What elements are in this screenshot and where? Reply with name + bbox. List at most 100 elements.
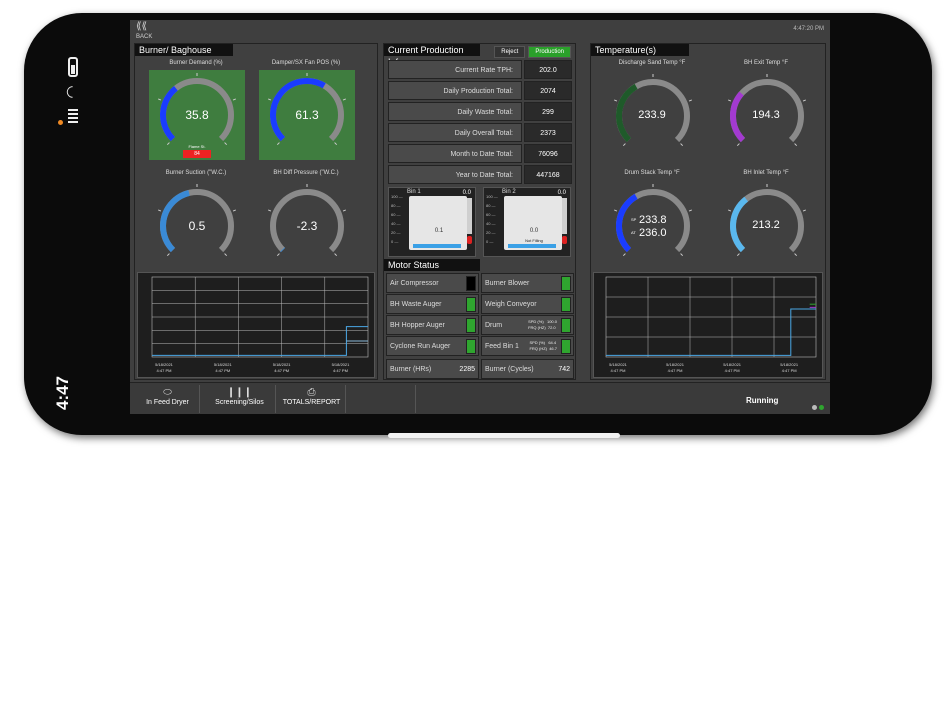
bin-tank [409, 196, 467, 250]
gauge-tick [794, 143, 798, 147]
nav-screening-silos[interactable]: ❙❙❙ Screening/Silos [204, 385, 276, 413]
bin-1-level: 100 —80 —60 —40 —20 —0 — Bin 1 0.0 0.1 [388, 187, 476, 257]
gauge-bh-diff-pressure: BH Diff Pressure ("W.C.) -2.3 [251, 168, 361, 278]
gauge-tick [688, 209, 692, 212]
prod-row-daily-overall: Daily Overall Total: 2373 [388, 123, 572, 143]
burner-panel-title: Burner/ Baghouse [135, 44, 233, 56]
wifi-icon: ◠ [63, 85, 81, 99]
production-panel: Current Production Info Reject Productio… [383, 43, 576, 380]
bin-alarm-icon [562, 236, 567, 244]
chart-time-label: 4:47 PM [274, 368, 289, 373]
temperature-trend-chart[interactable]: 5/18/2021 4:47 PM 5/18/2021 4:47 PM 5/18/202… [593, 272, 823, 378]
top-bar: ⟪⟪ BACK 4:47:20 PM [130, 20, 830, 42]
silo-icon: ❙❙❙ [226, 387, 253, 398]
status-indicator [561, 318, 571, 333]
drum-speed-readout: SPD (%) 100.0 FRQ (HZ) 72.0 [528, 319, 557, 330]
prod-row-year-to-date: Year to Date Total: 447168 [388, 165, 572, 185]
bottom-nav: ⬭ In Feed Dryer ❙❙❙ Screening/Silos ⎙ TO… [130, 382, 830, 414]
chart-time-label: 4:47 PM [782, 368, 797, 373]
status-indicator [561, 297, 571, 312]
prod-row-month-to-date: Month to Date Total: 76096 [388, 144, 572, 164]
nav-totals-report[interactable]: ⎙ TOTALS/REPORT [278, 385, 346, 413]
battery-icon [68, 57, 78, 77]
motor-burner-blower[interactable]: Burner Blower [481, 273, 574, 293]
chart-time-label: 5/18/2021 [155, 362, 174, 367]
motor-feed-bin-1[interactable]: Feed Bin 1 SPD (%) 64.4 FRQ (HZ) 46.7 [481, 336, 574, 356]
gauge-tick [334, 142, 338, 146]
status-dot-icon [812, 405, 817, 410]
burner-trend-chart[interactable]: 5/18/2021 4:47 PM 5/18/2021 4:47 PM 5/18/202… [137, 272, 375, 378]
gauge-tick [268, 209, 272, 212]
burner-cycles: Burner (Cycles) 742 [481, 359, 574, 379]
motor-drum[interactable]: Drum SPD (%) 100.0 FRQ (HZ) 72.0 [481, 315, 574, 335]
nav-in-feed-dryer[interactable]: ⬭ In Feed Dryer [136, 385, 200, 413]
prod-row-daily-waste: Daily Waste Total: 299 [388, 102, 572, 122]
gauge-tick [276, 142, 280, 146]
chart-time-label: 4:47 PM [725, 368, 740, 373]
gauge-tick [728, 209, 732, 212]
motor-status-title: Motor Status [384, 259, 480, 271]
hmi-screen: ⟪⟪ BACK 4:47:20 PM Burner/ Baghouse Burn… [130, 20, 830, 414]
chart-time-label: 4:47 PM [215, 368, 230, 373]
gauge-tick [736, 143, 740, 147]
chart-time-label: 5/18/2021 [666, 362, 685, 367]
gauge-tick [622, 253, 626, 257]
motor-weigh-conveyor[interactable]: Weigh Conveyor [481, 294, 574, 314]
gauge-tick [802, 209, 806, 212]
gauge-tick [736, 253, 740, 257]
gauge-tick [232, 209, 236, 212]
header-clock: 4:47:20 PM [793, 26, 824, 32]
gauge-tick [158, 98, 162, 101]
status-indicator [466, 297, 476, 312]
signal-icon [68, 109, 78, 127]
gauge-tick [614, 209, 618, 212]
gauge-tick [680, 253, 684, 257]
gauge-tick [728, 99, 732, 102]
motor-bh-hopper-auger[interactable]: BH Hopper Auger [386, 315, 479, 335]
dryer-drum-icon: ⬭ [163, 387, 172, 398]
chart-time-label: 4:47 PM [668, 368, 683, 373]
feed-bin-speed-readout: SPD (%) 64.4 FRQ (HZ) 46.7 [529, 340, 557, 351]
back-button[interactable]: ⟪⟪ BACK [136, 22, 152, 42]
motor-air-compressor[interactable]: Air Compressor [386, 273, 479, 293]
gauge-tick [158, 209, 162, 212]
motor-cyclone-run-auger[interactable]: Cyclone Run Auger [386, 336, 479, 356]
mic-indicator-icon [58, 120, 63, 125]
production-panel-title: Current Production Info [384, 44, 480, 67]
system-status: Running [746, 396, 779, 405]
prod-row-daily-production: Daily Production Total: 2074 [388, 81, 572, 101]
motor-bh-waste-auger[interactable]: BH Waste Auger [386, 294, 479, 314]
chart-time-label: 5/18/2021 [723, 362, 742, 367]
gauge-tick [614, 99, 618, 102]
temperature-panel: Temperature(s) Discharge Sand Temp °F 23… [590, 43, 826, 380]
gauge-tick [794, 253, 798, 257]
gauge-tick [334, 253, 338, 257]
burner-panel: Burner/ Baghouse Burner Demand (%) 35.8 … [134, 43, 378, 380]
chart-time-label: 5/18/2021 [273, 362, 292, 367]
gauge-tick [342, 209, 346, 212]
gauge-tick [276, 253, 280, 257]
chart-time-label: 4:47 PM [611, 368, 626, 373]
gauge-burner-suction: Burner Suction ("W.C.) 0.5 [141, 168, 251, 278]
burner-hours: Burner (HRs) 2285 [386, 359, 479, 379]
chart-time-label: 5/18/2021 [780, 362, 799, 367]
bin-axis: 100 —80 —60 —40 —20 —0 — [486, 194, 498, 244]
status-indicator [561, 339, 571, 354]
status-indicator [466, 339, 476, 354]
prod-row-current-rate: Current Rate TPH: 202.0 [388, 60, 572, 80]
gauge-level [280, 247, 286, 253]
production-toggle[interactable]: Production [528, 46, 571, 58]
home-indicator[interactable] [388, 433, 620, 438]
reject-toggle[interactable]: Reject [494, 46, 526, 58]
gauge-tick [802, 99, 806, 102]
chart-time-label: 4:47 PM [333, 368, 348, 373]
status-dot-icon [819, 405, 824, 410]
gauge-tick [268, 98, 272, 101]
bin-alarm-icon [467, 236, 472, 244]
bin-axis: 100 —80 —60 —40 —20 —0 — [391, 194, 403, 244]
gauge-tick [166, 253, 170, 257]
temperature-panel-title: Temperature(s) [591, 44, 689, 56]
gauge-burner-demand: Burner Demand (%) 35.8 Flame St. 84 [141, 58, 251, 168]
chart-time-label: 5/18/2021 [332, 362, 351, 367]
status-indicator [561, 276, 571, 291]
